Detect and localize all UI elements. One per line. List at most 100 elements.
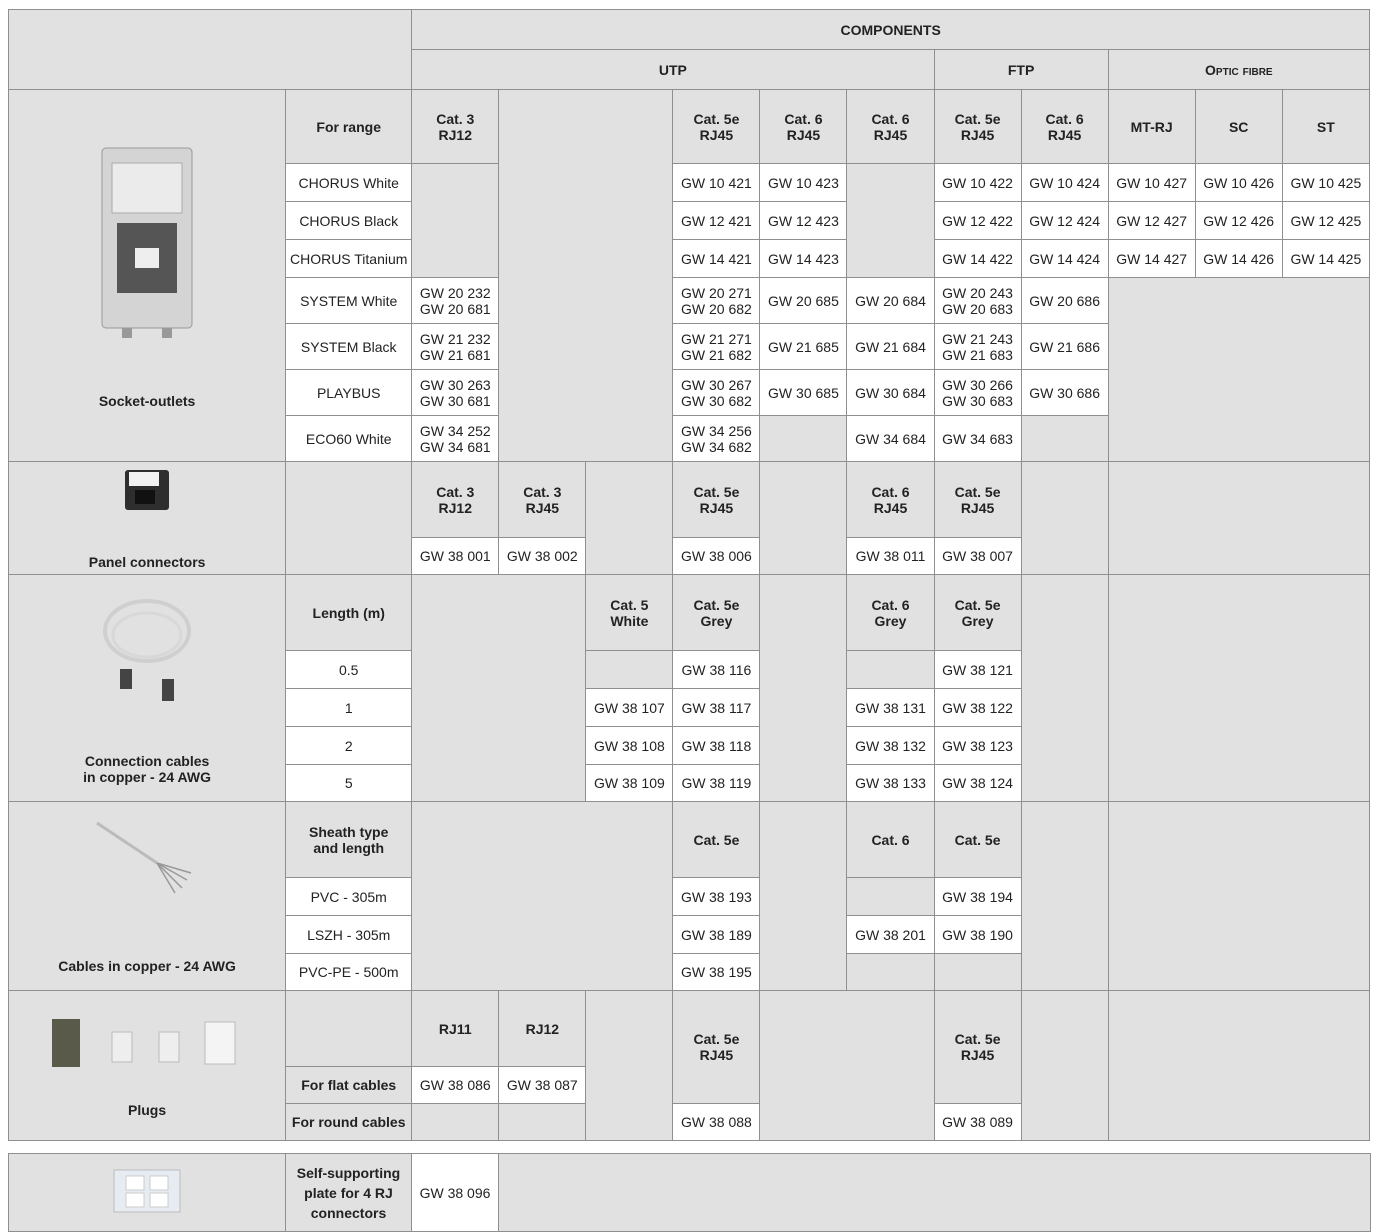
code-cell: GW 38 006 [672,537,761,575]
code-cell: GW 20 271 GW 20 682 [672,277,761,324]
code-cell: GW 12 427 [1107,201,1196,240]
cat-header: Cat. 5e RJ45 [933,461,1022,538]
connection-cables-section: Connection cables in copper - 24 AWG [7,574,287,802]
empty-cell [933,953,1022,991]
code-cell: GW 38 116 [672,650,761,689]
cat-header: Cat. 3 RJ12 [411,89,500,164]
connection-cables-label: Connection cables in copper - 24 AWG [83,753,211,785]
code-cell: GW 34 256 GW 34 682 [672,415,761,462]
code-cell: GW 12 426 [1194,201,1283,240]
components-header: COMPONENTS [411,9,1370,50]
length-label: Length (m) [285,574,413,651]
code-cell: GW 30 267 GW 30 682 [672,369,761,416]
cat-header: Cat. 5e RJ45 [672,990,761,1104]
code-cell: GW 30 263 GW 30 681 [411,369,500,416]
cat-header: ST [1281,89,1371,164]
empty-cell [411,1103,500,1141]
panel-connectors-label: Panel connectors [88,554,206,570]
code-cell: GW 38 087 [498,1066,587,1104]
cat-header: MT-RJ [1107,89,1196,164]
empty-cell [846,953,935,991]
code-cell: GW 14 423 [759,239,848,278]
code-cell: GW 30 686 [1020,369,1109,416]
cat-header: Cat. 5 White [585,574,674,651]
code-cell: GW 12 424 [1020,201,1109,240]
empty-cell [411,801,674,991]
socket-outlets-label: Socket-outlets [98,392,196,409]
empty-cell [1020,990,1109,1141]
panel-connector-image [125,470,170,510]
range-name: CHORUS White [285,163,413,202]
code-cell: GW 21 685 [759,323,848,370]
code-cell: GW 38 193 [672,877,761,916]
range-name: CHORUS Titanium [285,239,413,278]
code-cell: GW 38 124 [933,764,1022,802]
code-cell: GW 21 243 GW 21 683 [933,323,1022,370]
code-cell: GW 30 266 GW 30 683 [933,369,1022,416]
code-cell: GW 38 121 [933,650,1022,689]
code-cell: GW 30 685 [759,369,848,416]
code-cell: GW 38 122 [933,688,1022,727]
length-value: 1 [285,688,413,727]
corner-cell [7,9,413,90]
cat-header: Cat. 6 RJ45 [846,461,935,538]
code-cell: GW 38 119 [672,764,761,802]
empty-cell [1020,461,1109,575]
code-cell: GW 38 189 [672,915,761,954]
sheath-name: PVC-PE - 500m [285,953,413,991]
code-cell: GW 38 107 [585,688,674,727]
cat-header: Cat. 5e RJ45 [933,89,1022,164]
code-cell: GW 30 684 [846,369,935,416]
code-cell: GW 20 684 [846,277,935,324]
code-cell: GW 21 232 GW 21 681 [411,323,500,370]
copper-cables-section: Cables in copper - 24 AWG [7,801,287,991]
panel-connectors-section: Panel connectors [7,461,287,575]
copper-cables-label: Cables in copper - 24 AWG [58,958,236,974]
range-name: PLAYBUS [285,369,413,416]
round-cables-label: For round cables [285,1103,413,1141]
cat-header: RJ11 [411,990,500,1067]
code-cell: GW 38 007 [933,537,1022,575]
empty-cell [585,461,674,575]
empty-cell [585,990,674,1141]
empty-cell [585,650,674,689]
cat-header: Cat. 5e RJ45 [672,461,761,538]
code-cell: GW 20 232 GW 20 681 [411,277,500,324]
range-name: SYSTEM White [285,277,413,324]
empty-cell [498,1103,587,1141]
code-cell: GW 38 194 [933,877,1022,916]
empty-cell [846,163,935,278]
cat-header: Cat. 5e [672,801,761,878]
empty-cell [846,650,935,689]
code-cell: GW 38 123 [933,726,1022,765]
components-table: COMPONENTS UTP FTP Optic fibre Socket-ou… [7,9,1371,1141]
code-cell: GW 38 011 [846,537,935,575]
sheath-label: Sheath type and length [285,801,413,878]
cat-header: RJ12 [498,990,587,1067]
code-cell: GW 38 002 [498,537,587,575]
code-cell: GW 34 683 [933,415,1022,462]
empty-cell [759,990,935,1141]
socket-outlets-section: Socket-outlets [7,89,287,462]
plate-label: Self-supporting plate for 4 RJ connector… [285,1153,412,1232]
code-cell: GW 38 108 [585,726,674,765]
code-cell: GW 21 271 GW 21 682 [672,323,761,370]
code-cell: GW 20 685 [759,277,848,324]
code-cell: GW 34 684 [846,415,935,462]
empty-cell [1107,461,1371,575]
optic-fibre-header: Optic fibre [1107,49,1371,90]
code-cell: GW 14 424 [1020,239,1109,278]
code-cell: GW 38 086 [411,1066,500,1104]
cat-header: Cat. 6 RJ45 [846,89,935,164]
code-cell: GW 38 131 [846,688,935,727]
code-cell: GW 14 422 [933,239,1022,278]
copper-cable-image [96,821,192,894]
code-cell: GW 38 118 [672,726,761,765]
code-cell: GW 10 424 [1020,163,1109,202]
code-cell: GW 12 423 [759,201,848,240]
code-cell: GW 38 109 [585,764,674,802]
cat-header: SC [1194,89,1283,164]
code-cell: GW 21 686 [1020,323,1109,370]
cat-header: Cat. 3 RJ45 [498,461,587,538]
sheath-name: PVC - 305m [285,877,413,916]
